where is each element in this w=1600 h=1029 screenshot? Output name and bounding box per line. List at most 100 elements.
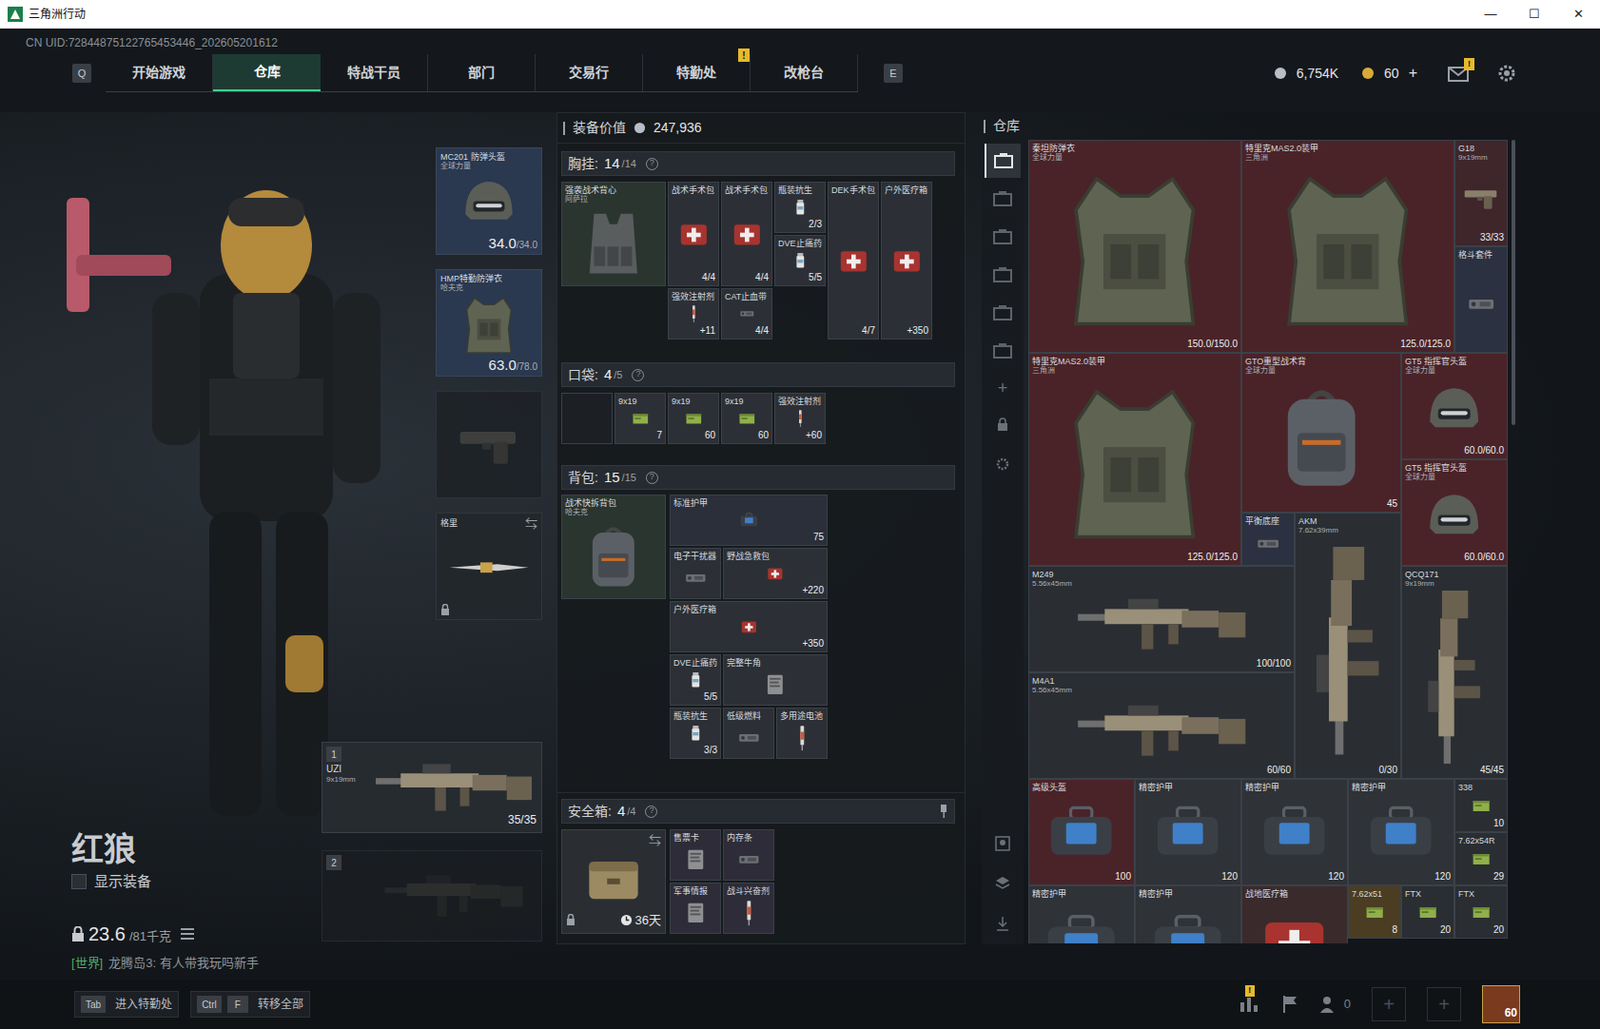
item-card[interactable]: 7.62x54R29 [1454, 832, 1508, 886]
item-card[interactable]: 9x1960 [721, 392, 773, 445]
item-card[interactable]: M2495.56x45mm100/100 [1028, 565, 1295, 673]
gear-slot[interactable]: MC201 防弹头盔全球力量34.0/34.0 [435, 147, 543, 255]
item-card[interactable]: 电子干扰器 [669, 547, 722, 600]
item-card[interactable]: 特里克MAS2.0装甲三角洲125.0/125.0 [1028, 352, 1242, 566]
stash-scrollbar[interactable] [1511, 139, 1516, 426]
add-stash-page-button[interactable]: + [997, 379, 1009, 397]
item-card[interactable]: 秦坦防弹衣全球力量150.0/150.0 [1028, 139, 1242, 353]
item-card[interactable]: 内存条 [722, 829, 775, 881]
item-card[interactable]: QCQ1719x19mm45/45 [1401, 565, 1508, 780]
pills-icon [673, 667, 718, 693]
nav-tab[interactable]: 部门 [428, 54, 536, 92]
item-card[interactable]: 军事情报 [669, 882, 722, 935]
stash-page-tab[interactable] [984, 333, 1021, 369]
item-card[interactable]: 平衡底座 [1241, 512, 1295, 566]
add-currency-button[interactable]: + [1408, 61, 1418, 85]
item-card[interactable]: 强效注射剂+11 [667, 288, 720, 340]
stash-page-tab[interactable] [984, 219, 1021, 254]
item-card[interactable]: 格斗套件 [1454, 246, 1508, 353]
item-card[interactable]: GT5 指挥官头盔全球力量60.0/60.0 [1401, 352, 1508, 460]
stash-page-tab[interactable] [984, 257, 1021, 293]
stats-button[interactable]: ! [1239, 995, 1261, 1015]
item-card[interactable]: 精密护甲120 [1134, 779, 1242, 886]
help-icon[interactable]: ? [644, 805, 658, 819]
item-card[interactable]: DVE止痛药5/5 [774, 234, 826, 287]
item-card[interactable]: 精密护甲 [1028, 885, 1135, 944]
medkit-icon [726, 561, 824, 586]
stash-page-tab[interactable] [984, 295, 1021, 331]
help-icon[interactable]: ? [631, 369, 644, 382]
item-card[interactable]: 战地医疗箱 [1241, 885, 1348, 944]
item-card[interactable]: 瓶装抗生3/3 [669, 707, 722, 760]
help-icon[interactable]: ? [645, 157, 659, 171]
stash-page-tab[interactable] [984, 181, 1021, 216]
item-card[interactable]: 特里克MAS2.0装甲三角洲125.0/125.0 [1241, 139, 1455, 353]
item-card[interactable]: DVE止痛药5/5 [669, 654, 722, 706]
show-equipment-toggle[interactable]: 显示装备 [71, 871, 322, 894]
item-card[interactable]: 售票卡 [669, 829, 722, 881]
item-card[interactable]: DEK手术包4/7 [827, 181, 879, 340]
item-card[interactable]: 高级头盔100 [1028, 779, 1135, 886]
item-card[interactable]: 精密护甲120 [1347, 779, 1455, 886]
safe-case[interactable]: ⇆36天 [561, 829, 666, 935]
mail-button[interactable]: ! [1447, 63, 1471, 83]
item-card[interactable]: 完整牛角 [722, 654, 828, 706]
item-card[interactable]: 低级燃料 [722, 707, 775, 760]
swap-button[interactable]: ⇆ [525, 517, 538, 531]
item-card[interactable]: FTX20 [1454, 885, 1508, 939]
item-card[interactable]: 战术快拆背包哈夫克 [561, 494, 666, 600]
add-party-slot[interactable]: + [1371, 987, 1406, 1022]
item-card[interactable]: 精密护甲120 [1241, 779, 1348, 886]
nav-tab[interactable]: 改枪台 [750, 54, 859, 92]
item-card[interactable]: 标准护甲75 [669, 494, 828, 547]
item-card[interactable]: G189x19mm33/33 [1454, 139, 1508, 247]
pistol-slot[interactable] [435, 390, 543, 499]
item-card[interactable]: FTX20 [1401, 885, 1455, 939]
item-card[interactable]: 瓶装抗生2/3 [774, 181, 826, 234]
vest-icon [1032, 162, 1238, 340]
item-card[interactable]: 野战急救包+220 [722, 547, 828, 600]
item-card[interactable]: 战术手术包4/4 [721, 181, 773, 287]
weapon-slot[interactable]: 2 [321, 850, 543, 942]
section-header: 胸挂:14/14? [561, 151, 956, 176]
swap-button[interactable]: ⇆ [648, 834, 662, 847]
item-card[interactable]: M4A15.56x45mm60/60 [1028, 672, 1295, 780]
item-card[interactable]: GT5 指挥官头盔全球力量60.0/60.0 [1401, 459, 1508, 566]
item-card[interactable]: 33810 [1454, 779, 1508, 833]
item-card[interactable]: 9x197 [614, 392, 666, 445]
item-card[interactable]: 强效注射剂+60 [774, 392, 826, 445]
gear-slot[interactable]: HMP特勤防弹衣哈夫克63.0/78.0 [435, 269, 543, 377]
item-card[interactable]: AKM7.62x39mm0/30 [1294, 512, 1402, 780]
stash-page-tab[interactable] [984, 143, 1021, 178]
player-avatar[interactable]: 60 [1482, 985, 1521, 1024]
melee-slot[interactable]: 格里⇆ [435, 512, 543, 621]
item-card[interactable]: CAT止血带4/4 [721, 288, 773, 340]
weapon-slot[interactable]: 1UZI9x19mm35/35 [321, 741, 543, 834]
item-label: 9x19 [671, 396, 716, 407]
item-card[interactable]: GTO重型战术背全球力量45 [1241, 352, 1402, 513]
nav-tab[interactable]: 开始游戏 [105, 54, 214, 92]
item-card[interactable]: 户外医疗箱+350 [669, 601, 828, 653]
item-card[interactable] [561, 392, 613, 445]
item-card[interactable]: 战斗兴奋剂 [722, 882, 775, 935]
item-card[interactable]: 战术手术包4/4 [667, 181, 720, 287]
item-card[interactable]: 多用途电池 [776, 707, 828, 760]
nav-tab[interactable]: 特勤处! [643, 54, 751, 92]
item-card[interactable]: 7.62x518 [1347, 885, 1402, 939]
item-card[interactable]: 精密护甲 [1134, 885, 1242, 944]
help-icon[interactable]: ? [645, 471, 659, 485]
key-hint[interactable]: Tab进入特勤处 [74, 991, 179, 1018]
nav-tab[interactable]: 交易行 [535, 54, 644, 92]
item-card[interactable]: 户外医疗箱+350 [880, 181, 933, 340]
window-control-button[interactable]: ✕ [1556, 0, 1600, 29]
window-control-button[interactable]: ☐ [1512, 0, 1557, 29]
checkbox[interactable] [71, 874, 87, 890]
friends-button[interactable]: 0 [1319, 995, 1351, 1015]
window-control-button[interactable]: — [1468, 0, 1513, 29]
key-hint[interactable]: CtrlF转移全部 [190, 991, 311, 1018]
nav-tab[interactable]: 仓库 [213, 54, 321, 92]
item-card[interactable]: 9x1960 [667, 392, 720, 445]
add-party-slot[interactable]: + [1426, 987, 1462, 1022]
nav-tab[interactable]: 特战干员 [320, 54, 429, 92]
item-card[interactable]: 强袭战术背心阿萨拉 [561, 181, 666, 287]
